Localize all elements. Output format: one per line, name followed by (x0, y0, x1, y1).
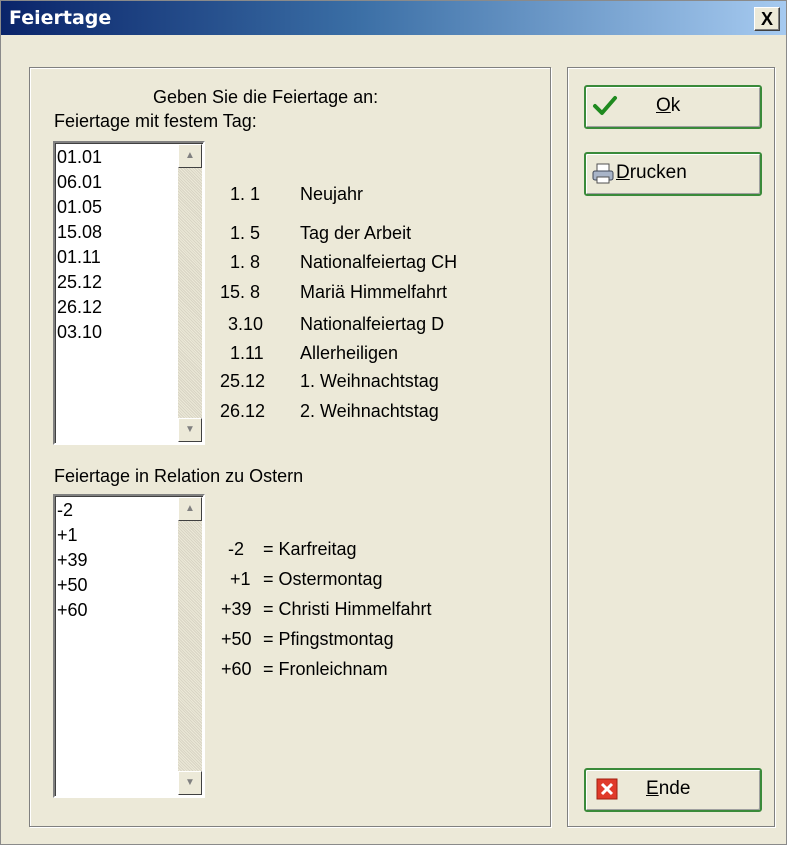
legend-date: 1. 5 (230, 223, 261, 243)
ok-button-label: Ok (656, 95, 681, 116)
title-bar[interactable]: Feiertage X (1, 1, 786, 35)
list-item[interactable]: +50 (57, 573, 88, 598)
legend-name: Mariä Himmelfahrt (300, 282, 448, 302)
ok-button[interactable]: Ok (584, 85, 762, 129)
checkmark-icon (593, 96, 617, 115)
list-item[interactable]: 01.11 (57, 245, 102, 270)
legend-name: = Christi Himmelfahrt (263, 599, 432, 619)
legend-name: Nationalfeiertag CH (300, 252, 458, 272)
list-item[interactable]: 25.12 (57, 270, 102, 295)
vertical-scrollbar[interactable]: ▲ ▼ (178, 144, 202, 442)
vertical-scrollbar[interactable]: ▲ ▼ (178, 497, 202, 795)
list-item[interactable]: 15.08 (57, 220, 102, 245)
legend-offset: +60 (221, 659, 252, 679)
legend-date: 3.10 (228, 314, 264, 334)
fixed-holidays-listbox[interactable]: 01.01 06.01 01.05 15.08 01.11 25.12 26.1… (53, 141, 205, 445)
easter-holidays-listbox[interactable]: -2 +1 +39 +50 +60 ▲ ▼ (53, 494, 205, 798)
print-button[interactable]: Drucken (584, 152, 762, 196)
list-item[interactable]: 26.12 (57, 295, 102, 320)
legend-name: 2. Weihnachtstag (300, 401, 439, 421)
printer-icon (592, 163, 614, 184)
legend-date: 1.11 (230, 343, 264, 363)
legend-offset: +1 (230, 569, 251, 589)
easter-holidays-label: Feiertage in Relation zu Ostern (54, 466, 304, 486)
list-item[interactable]: 03.10 (57, 320, 102, 345)
list-item[interactable]: 01.01 (57, 145, 102, 170)
instructions-text: Geben Sie die Feiertage an: (153, 87, 379, 107)
fixed-holidays-label: Feiertage mit festem Tag: (54, 111, 257, 131)
legend-date: 26.12 (220, 401, 266, 421)
window-title: Feiertage (9, 7, 112, 29)
legend-name: = Pfingstmontag (263, 629, 394, 649)
scroll-up-arrow-icon[interactable]: ▲ (178, 497, 202, 521)
easter-holidays-list: -2 +1 +39 +50 +60 (57, 498, 88, 623)
list-item[interactable]: 06.01 (57, 170, 102, 195)
list-item[interactable]: 01.05 (57, 195, 102, 220)
feiertage-dialog: Feiertage X Geben Sie die Feiertage an: … (0, 0, 787, 845)
legend-name: = Karfreitag (263, 539, 357, 559)
legend-name: 1. Weihnachtstag (300, 371, 439, 391)
legend-offset: +39 (221, 599, 252, 619)
legend-offset: -2 (228, 539, 245, 559)
end-button-label: Ende (646, 778, 691, 799)
print-button-label: Drucken (616, 162, 687, 183)
legend-name: = Ostermontag (263, 569, 383, 589)
legend-date: 1. 8 (230, 252, 261, 272)
scroll-down-arrow-icon[interactable]: ▼ (178, 418, 202, 442)
scroll-up-arrow-icon[interactable]: ▲ (178, 144, 202, 168)
list-item[interactable]: +1 (57, 523, 88, 548)
legend-date: 15. 8 (220, 282, 261, 302)
legend-name: Allerheiligen (300, 343, 399, 363)
close-button[interactable]: X (754, 7, 780, 31)
list-item[interactable]: +39 (57, 548, 88, 573)
end-button[interactable]: Ende (584, 768, 762, 812)
legend-date: 25.12 (220, 371, 266, 391)
legend-name: Tag der Arbeit (300, 223, 412, 243)
close-x-icon (596, 778, 618, 800)
legend-name: Nationalfeiertag D (300, 314, 445, 334)
legend-name: Neujahr (300, 184, 364, 204)
legend-name: = Fronleichnam (263, 659, 388, 679)
scroll-down-arrow-icon[interactable]: ▼ (178, 771, 202, 795)
fixed-holidays-list: 01.01 06.01 01.05 15.08 01.11 25.12 26.1… (57, 145, 102, 345)
list-item[interactable]: +60 (57, 598, 88, 623)
list-item[interactable]: -2 (57, 498, 88, 523)
legend-offset: +50 (221, 629, 252, 649)
legend-date: 1. 1 (230, 184, 261, 204)
